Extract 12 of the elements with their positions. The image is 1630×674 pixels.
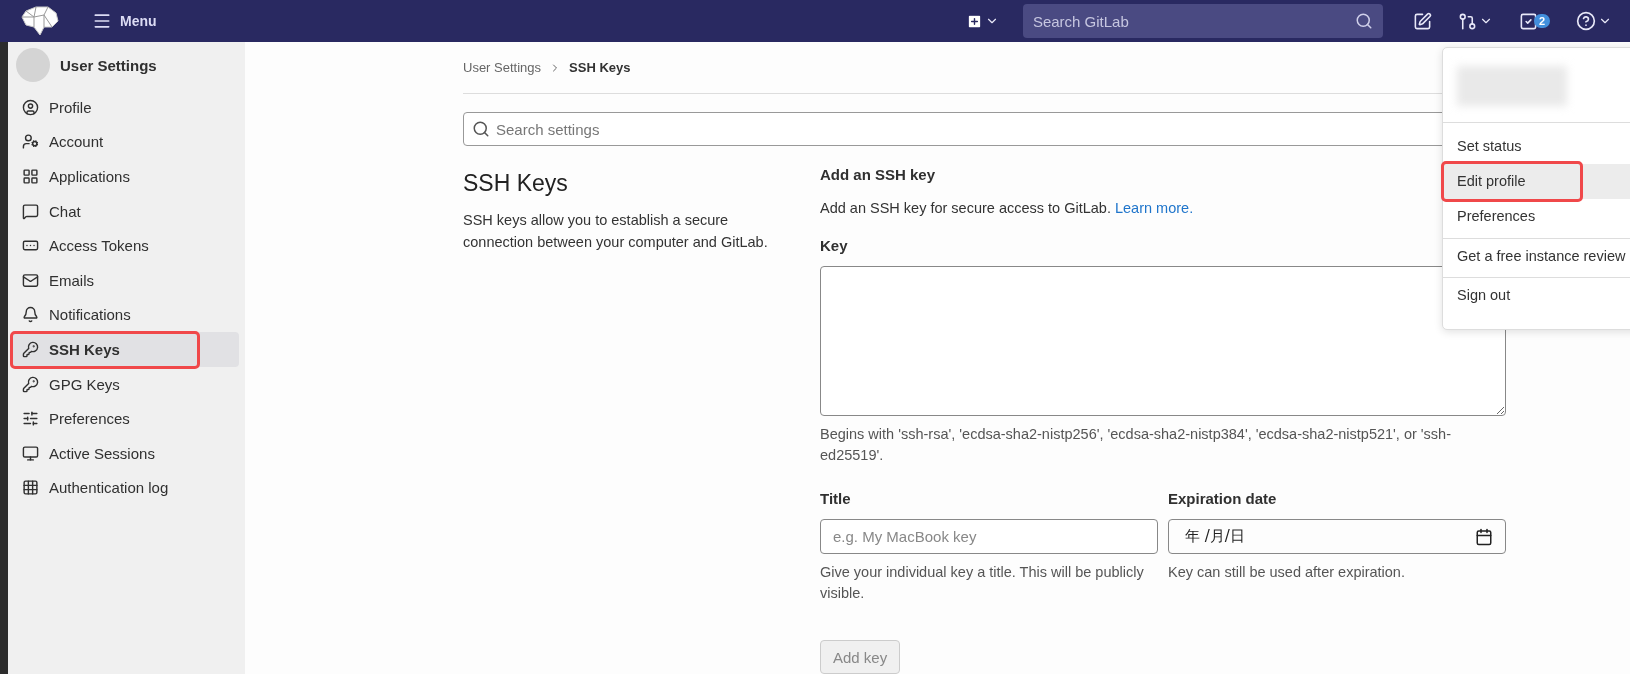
field-label: Expiration date	[1168, 490, 1277, 507]
section-title: SSH Keys	[463, 170, 569, 197]
field-label: Key	[820, 237, 848, 254]
breadcrumb-current: SSH Keys	[569, 60, 631, 75]
form-heading: Add an SSH key	[820, 166, 936, 183]
section-description: SSH keys allow you to establish a secure connection between your computer and GitLab.	[463, 211, 769, 252]
help-text: Begins with 'ssh-rsa', 'ecdsa-sha2-nistp256', 'ecdsa-sha2-nistp384', 'ecdsa-sha2-nistp521', or 'ssh-ed25519'.	[820, 425, 1452, 465]
todo-count: 2	[1533, 14, 1550, 28]
help-text: Key can still be used after expiration.	[1168, 563, 1406, 582]
sidebar-title: User Settings	[60, 56, 157, 74]
help-text: Give your individual key a title. This will be publicly visible.	[820, 563, 1145, 603]
field-label: Title	[820, 490, 851, 507]
